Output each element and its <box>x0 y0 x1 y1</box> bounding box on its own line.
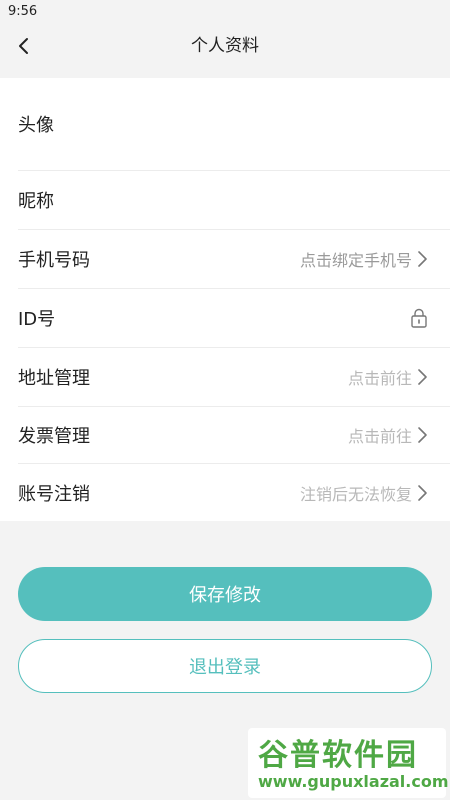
status-time: 9:56 <box>8 4 38 19</box>
phone-value-group: 点击绑定手机号 <box>300 230 428 288</box>
profile-card: 头像 昵称 手机号码 点击绑定手机号 ID号 地址管理 点击前往 发票管理 点击… <box>0 78 450 521</box>
lock-icon <box>411 308 427 328</box>
nickname-row[interactable]: 昵称 <box>0 171 450 229</box>
id-row: ID号 <box>0 289 450 347</box>
watermark-title: 谷普软件园 <box>258 738 418 773</box>
chevron-right-icon <box>418 369 427 385</box>
phone-value: 点击绑定手机号 <box>299 251 412 270</box>
address-value-group: 点击前往 <box>348 348 428 406</box>
avatar-row[interactable]: 头像 <box>0 78 450 170</box>
watermark-url: www.gupuxlazal.com <box>258 772 449 791</box>
address-label: 地址管理 <box>18 368 90 389</box>
id-label: ID号 <box>18 309 56 330</box>
id-value-group <box>410 289 428 347</box>
cancel-account-value: 注销后无法恢复 <box>299 484 412 504</box>
cancel-account-row[interactable]: 账号注销 注销后无法恢复 <box>0 464 450 521</box>
invoice-row[interactable]: 发票管理 点击前往 <box>0 407 450 463</box>
invoice-value: 点击前往 <box>347 427 412 446</box>
invoice-label: 发票管理 <box>18 426 90 447</box>
chevron-right-icon <box>418 427 427 443</box>
phone-row[interactable]: 手机号码 点击绑定手机号 <box>0 230 450 288</box>
status-bar: 9:56 <box>0 0 450 24</box>
chevron-right-icon <box>418 251 427 267</box>
avatar-label: 头像 <box>18 115 54 136</box>
cancel-account-label: 账号注销 <box>18 483 90 505</box>
page-title: 个人资料 <box>191 36 259 56</box>
phone-label: 手机号码 <box>18 250 90 271</box>
watermark: 谷普软件园 www.gupuxlazal.com <box>248 728 449 798</box>
cancel-account-value-group: 注销后无法恢复 <box>300 464 428 521</box>
address-row[interactable]: 地址管理 点击前往 <box>0 348 450 406</box>
nickname-label: 昵称 <box>18 191 54 212</box>
nav-bar: 个人资料 <box>0 24 450 68</box>
invoice-value-group: 点击前往 <box>348 407 428 463</box>
address-value: 点击前往 <box>347 369 412 388</box>
save-button[interactable]: 保存修改 <box>18 567 432 621</box>
chevron-right-icon <box>418 484 427 501</box>
logout-button[interactable]: 退出登录 <box>18 639 432 693</box>
